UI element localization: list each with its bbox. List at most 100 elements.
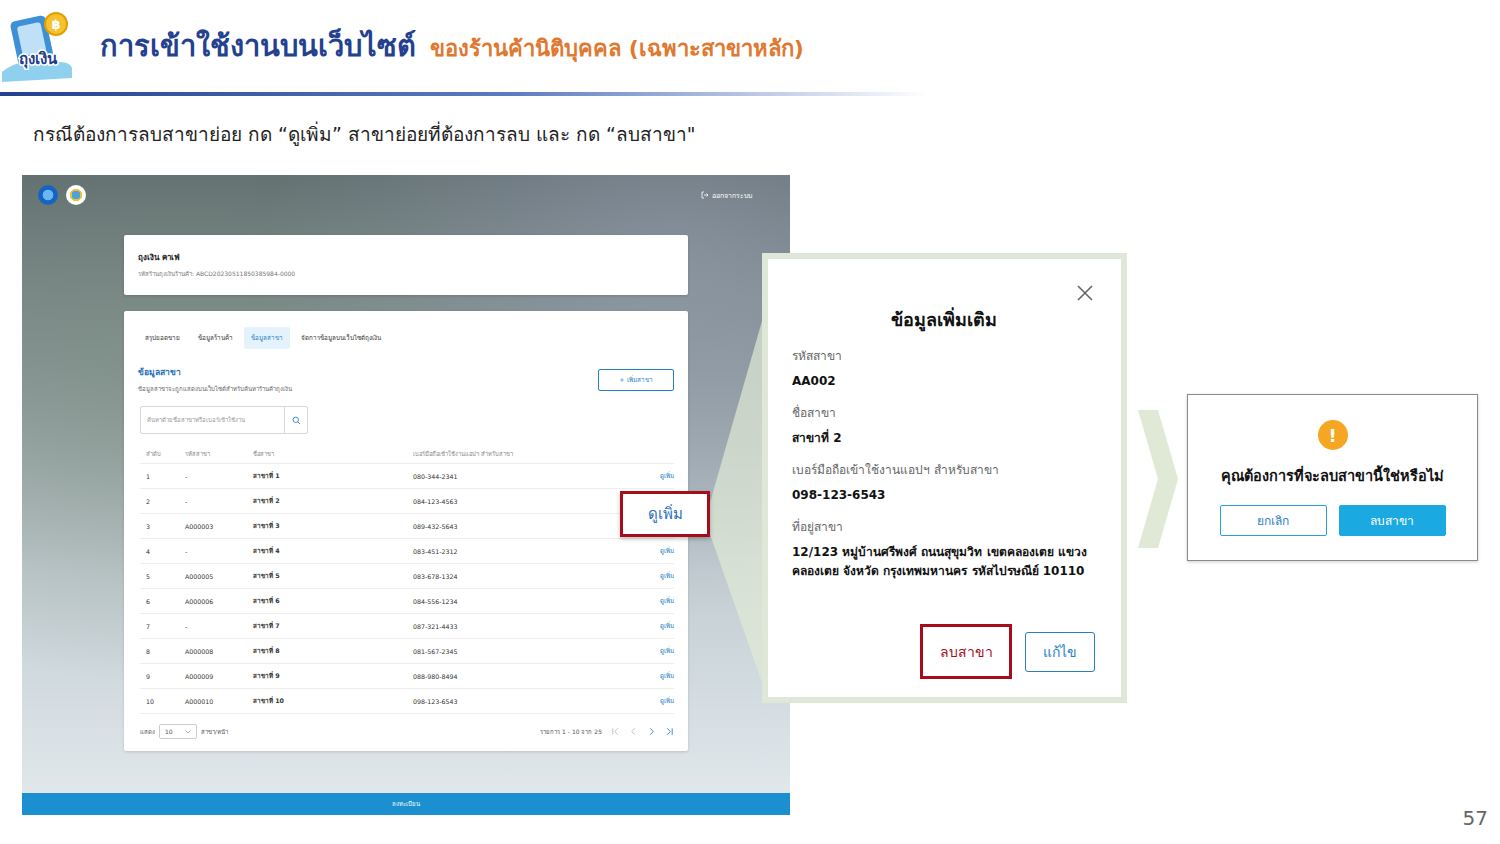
row-number: 6 — [140, 598, 185, 605]
table-row[interactable]: 2 - สาขาที่ 2 084-123-4563 — [140, 489, 674, 514]
column-header: รหัสสาขา — [185, 449, 253, 459]
close-icon[interactable] — [1075, 283, 1095, 303]
view-more-link[interactable]: ดูเพิ่ม — [624, 621, 674, 631]
tab[interactable]: ข้อมูลสาขา — [244, 327, 290, 349]
table-row[interactable]: 8 A000008 สาขาที่ 8 081-567-2345 ดูเพิ่ม — [140, 639, 674, 664]
view-more-link[interactable]: ดูเพิ่ม — [624, 696, 674, 706]
field-value: AA002 — [792, 372, 1095, 391]
money-bag-logo-icon: ฿ถุงเงิน — [0, 6, 75, 86]
branch-code: - — [185, 498, 253, 505]
top-bar: ออกจากระบบ — [22, 175, 790, 215]
table-row[interactable]: 6 A000006 สาขาที่ 6 084-556-1234 ดูเพิ่ม — [140, 589, 674, 614]
footer-bar: ลงทะเบียน — [22, 793, 790, 815]
branch-name: สาขาที่ 4 — [253, 546, 413, 556]
branch-name: สาขาที่ 6 — [253, 596, 413, 606]
branch-phone: 098-123-6543 — [413, 698, 624, 705]
logout-button[interactable]: ออกจากระบบ — [701, 190, 752, 201]
table-row[interactable]: 5 A000005 สาขาที่ 5 083-678-1324 ดูเพิ่ม — [140, 564, 674, 589]
view-more-link[interactable]: ดูเพิ่ม — [624, 546, 674, 556]
branch-card: สรุปยอดขายข้อมูลร้านค้าข้อมูลสาขาจัดการข… — [124, 311, 688, 751]
branch-code: A000008 — [185, 648, 253, 655]
tab[interactable]: จัดการข้อมูลบนเว็บไซต์ถุงเงิน — [294, 327, 388, 349]
row-number: 9 — [140, 673, 185, 680]
view-more-callout[interactable]: ดูเพิ่ม — [620, 491, 710, 537]
table-row[interactable]: 9 A000009 สาขาที่ 9 088-980-8494 ดูเพิ่ม — [140, 664, 674, 689]
header-rule — [0, 92, 930, 96]
branch-phone: 088-980-8494 — [413, 673, 624, 680]
table-row[interactable]: 10 A000010 สาขาที่ 10 098-123-6543 ดูเพิ… — [140, 689, 674, 714]
table-row[interactable]: 1 - สาขาที่ 1 080-344-2341 ดูเพิ่ม — [140, 464, 674, 489]
slide: ฿ถุงเงิน การเข้าใช้งานบนเว็บไซต์ ของร้าน… — [0, 0, 1500, 844]
pagination: แสดง 10 สาขา/หน้า รายการ 1 - 10 จาก 25 — [124, 714, 688, 745]
confirm-dialog: ! คุณต้องการที่จะลบสาขานี้ใช่หรือไม่ ยกเ… — [1187, 394, 1478, 561]
table-row[interactable]: 7 - สาขาที่ 7 087-321-4433 ดูเพิ่ม — [140, 614, 674, 639]
logo: ฿ถุงเงิน — [0, 6, 75, 86]
zoom-connector-icon — [705, 300, 768, 700]
last-page-icon[interactable] — [665, 727, 674, 736]
view-more-link[interactable]: ดูเพิ่ม — [624, 646, 674, 656]
field-label: ที่อยู่สาขา — [792, 519, 1095, 535]
branch-phone: 084-556-1234 — [413, 598, 624, 605]
warning-icon: ! — [1318, 420, 1348, 450]
next-page-icon[interactable] — [647, 727, 656, 736]
add-branch-button[interactable]: + เพิ่มสาขา — [598, 369, 674, 391]
detail-field: ที่อยู่สาขา 12/123 หมู่บ้านศรีพงศ์ ถนนสุ… — [792, 519, 1095, 581]
row-number: 1 — [140, 473, 185, 480]
field-value: 098-123-6543 — [792, 486, 1095, 505]
chevron-down-icon — [185, 730, 191, 734]
view-more-link[interactable]: ดูเพิ่ม — [624, 596, 674, 606]
row-number: 4 — [140, 548, 185, 555]
prev-page-icon[interactable] — [629, 727, 638, 736]
next-step-chevron-icon — [1138, 410, 1178, 548]
view-more-link[interactable]: ดูเพิ่ม — [624, 571, 674, 581]
branch-name: สาขาที่ 5 — [253, 571, 413, 581]
view-more-link[interactable]: ดูเพิ่ม — [624, 671, 674, 681]
shop-code: รหัสร้านถุงเงินร้านค้า: ABCD202305118503… — [138, 269, 674, 279]
tab[interactable]: สรุปยอดขาย — [138, 327, 187, 349]
branch-name: สาขาที่ 2 — [253, 496, 413, 506]
slide-title-highlight: ของร้านค้านิติบุคคล (เฉพาะสาขาหลัก) — [430, 36, 804, 61]
cancel-button[interactable]: ยกเลิก — [1220, 505, 1327, 536]
instruction: กรณีต้องการลบสาขาย่อย กด “ดูเพิ่ม” สาขาย… — [33, 120, 1500, 148]
field-label: รหัสสาขา — [792, 348, 1095, 364]
branch-detail-modal: ข้อมูลเพิ่มเติม รหัสสาขา AA002ชื่อสาขา ส… — [762, 253, 1127, 703]
row-number: 2 — [140, 498, 185, 505]
detail-field: เบอร์มือถือเข้าใช้งานแอปฯ สำหรับสาขา 098… — [792, 462, 1095, 505]
first-page-icon[interactable] — [611, 727, 620, 736]
branch-name: สาขาที่ 10 — [253, 696, 413, 706]
branch-phone: 083-678-1324 — [413, 573, 624, 580]
table-row[interactable]: 4 - สาขาที่ 4 083-451-2312 ดูเพิ่ม — [140, 539, 674, 564]
branch-phone: 080-344-2341 — [413, 473, 624, 480]
field-label: ชื่อสาขา — [792, 405, 1095, 421]
table-header: ลำดับรหัสสาขาชื่อสาขาเบอร์มือถือเข้าใช้ง… — [140, 444, 674, 464]
branch-code: A000006 — [185, 598, 253, 605]
field-label: เบอร์มือถือเข้าใช้งานแอปฯ สำหรับสาขา — [792, 462, 1095, 478]
branch-code: - — [185, 548, 253, 555]
branch-code: A000003 — [185, 523, 253, 530]
search-icon — [292, 416, 301, 425]
confirm-message: คุณต้องการที่จะลบสาขานี้ใช่หรือไม่ — [1221, 464, 1444, 487]
app-logo-icon — [66, 185, 86, 205]
view-more-link[interactable]: ดูเพิ่ม — [624, 471, 674, 481]
table-row[interactable]: 3 A000003 สาขาที่ 3 089-432-5643 ดูเพิ่ม — [140, 514, 674, 539]
page-number: 57 — [1463, 806, 1488, 830]
detail-field: รหัสสาขา AA002 — [792, 348, 1095, 391]
tab[interactable]: ข้อมูลร้านค้า — [191, 327, 240, 349]
branch-phone: 087-321-4433 — [413, 623, 624, 630]
branch-phone: 089-432-5643 — [413, 523, 624, 530]
branch-name: สาขาที่ 1 — [253, 471, 413, 481]
edit-button[interactable]: แก้ไข — [1025, 632, 1095, 672]
page-size-select[interactable]: 10 — [159, 724, 197, 739]
branch-code: - — [185, 473, 253, 480]
confirm-delete-button[interactable]: ลบสาขา — [1339, 505, 1446, 536]
row-number: 10 — [140, 698, 185, 705]
section-description: ข้อมูลสาขาจะถูกแสดงบนเว็บไซต์สำหรับค้นหา… — [138, 384, 292, 394]
logout-icon — [701, 191, 709, 199]
row-number: 3 — [140, 523, 185, 530]
shop-name: ถุงเงิน คาเฟ่ — [138, 251, 674, 264]
branch-code: A000010 — [185, 698, 253, 705]
search-field[interactable]: ค้นหาด้วยชื่อสาขาหรือเบอร์เข้าใช้งาน — [140, 406, 308, 434]
branch-code: A000005 — [185, 573, 253, 580]
delete-branch-button[interactable]: ลบสาขา — [920, 624, 1012, 679]
column-header: ลำดับ — [140, 449, 185, 459]
